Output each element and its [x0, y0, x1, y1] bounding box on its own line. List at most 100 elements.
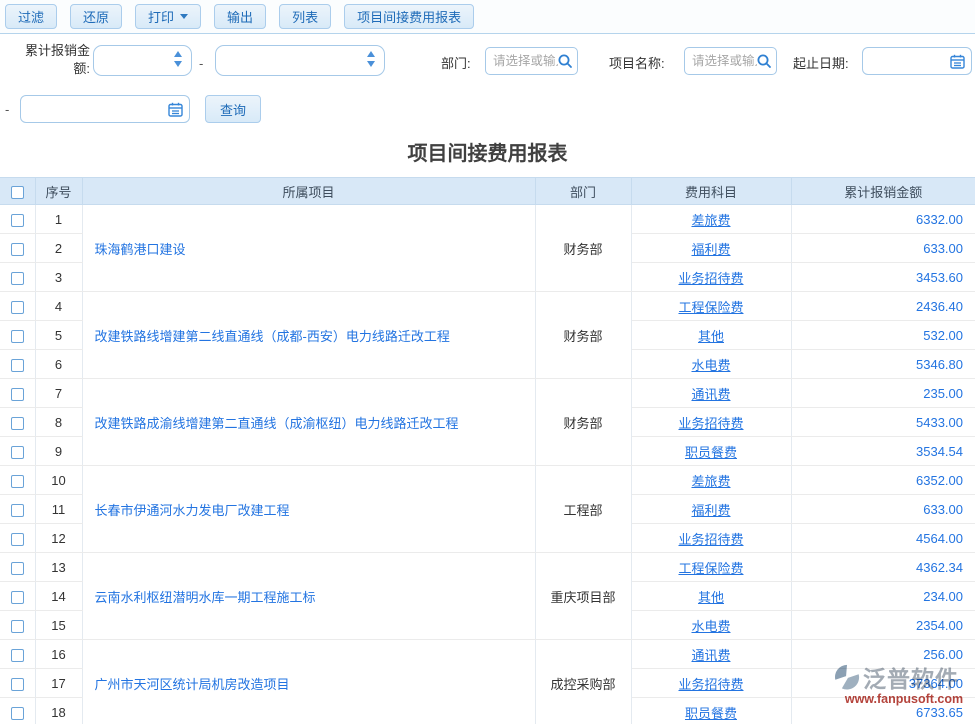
- amount-min-input[interactable]: [102, 46, 169, 75]
- project-link[interactable]: 珠海鹤港口建设: [82, 205, 535, 292]
- report-page: 过滤 还原 打印 输出 列表 项目间接费用报表 累计报销金额: - 部门: 项目…: [0, 0, 975, 724]
- row-number: 12: [35, 524, 82, 553]
- print-button[interactable]: 打印: [135, 4, 201, 29]
- row-checkbox[interactable]: [11, 475, 24, 488]
- row-checkbox[interactable]: [11, 562, 24, 575]
- date-range-dash: -: [5, 102, 9, 117]
- checkbox-cell: [0, 263, 35, 292]
- row-checkbox[interactable]: [11, 330, 24, 343]
- subject-link[interactable]: 业务招待费: [631, 408, 791, 437]
- date-range-label: 起止日期:: [793, 53, 849, 72]
- row-number: 14: [35, 582, 82, 611]
- spinner-arrows-icon[interactable]: [367, 51, 375, 67]
- report-tab-button[interactable]: 项目间接费用报表: [344, 4, 474, 29]
- row-number: 13: [35, 553, 82, 582]
- row-checkbox[interactable]: [11, 301, 24, 314]
- export-button[interactable]: 输出: [214, 4, 266, 29]
- subject-link[interactable]: 其他: [631, 321, 791, 350]
- table-header-row: 序号 所属项目 部门 费用科目 累计报销金额: [0, 178, 975, 205]
- project-link[interactable]: 改建铁路成渝线增建第二直通线（成渝枢纽）电力线路迁改工程: [82, 379, 535, 466]
- checkbox-cell: [0, 408, 35, 437]
- row-checkbox[interactable]: [11, 707, 24, 720]
- row-checkbox[interactable]: [11, 359, 24, 372]
- subject-link[interactable]: 工程保险费: [631, 553, 791, 582]
- project-search-field: [684, 47, 777, 75]
- search-icon[interactable]: [557, 53, 573, 69]
- row-checkbox[interactable]: [11, 649, 24, 662]
- row-checkbox[interactable]: [11, 243, 24, 256]
- checkbox-cell: [0, 611, 35, 640]
- subject-link[interactable]: 职员餐费: [631, 698, 791, 724]
- date-start-input[interactable]: [871, 48, 951, 74]
- row-checkbox[interactable]: [11, 591, 24, 604]
- row-checkbox[interactable]: [11, 504, 24, 517]
- row-checkbox[interactable]: [11, 620, 24, 633]
- row-checkbox[interactable]: [11, 214, 24, 227]
- project-link[interactable]: 改建铁路线增建第二线直通线（成都-西安）电力线路迁改工程: [82, 292, 535, 379]
- amount-cell: 3534.54: [791, 437, 975, 466]
- row-checkbox[interactable]: [11, 446, 24, 459]
- subject-link[interactable]: 水电费: [631, 611, 791, 640]
- row-checkbox[interactable]: [11, 533, 24, 546]
- amount-cell: 5346.80: [791, 350, 975, 379]
- col-header-amount: 累计报销金额: [791, 178, 975, 205]
- subject-link[interactable]: 业务招待费: [631, 263, 791, 292]
- table-row: 4 改建铁路线增建第二线直通线（成都-西安）电力线路迁改工程 财务部 工程保险费…: [0, 292, 975, 321]
- calendar-icon[interactable]: [168, 102, 183, 117]
- amount-max-input[interactable]: [224, 46, 362, 75]
- filter-button-label: 过滤: [18, 7, 44, 26]
- subject-link[interactable]: 业务招待费: [631, 669, 791, 698]
- project-filter-label: 项目名称:: [609, 53, 665, 72]
- department-cell: 成控采购部: [535, 640, 631, 724]
- amount-cell: 3453.60: [791, 263, 975, 292]
- subject-link[interactable]: 差旅费: [631, 205, 791, 234]
- table-row: 1 珠海鹤港口建设 财务部 差旅费 6332.00: [0, 205, 975, 234]
- checkbox-cell: [0, 640, 35, 669]
- department-search-input[interactable]: [493, 48, 558, 74]
- query-button[interactable]: 查询: [205, 95, 261, 123]
- subject-link[interactable]: 福利费: [631, 234, 791, 263]
- checkbox-cell: [0, 292, 35, 321]
- subject-link[interactable]: 福利费: [631, 495, 791, 524]
- row-checkbox[interactable]: [11, 678, 24, 691]
- table-row: 7 改建铁路成渝线增建第二直通线（成渝枢纽）电力线路迁改工程 财务部 通讯费 2…: [0, 379, 975, 408]
- checkbox-cell: [0, 466, 35, 495]
- restore-button[interactable]: 还原: [70, 4, 122, 29]
- list-button[interactable]: 列表: [279, 4, 331, 29]
- subject-link[interactable]: 水电费: [631, 350, 791, 379]
- date-start-field: [862, 47, 972, 75]
- amount-cell: 256.00: [791, 640, 975, 669]
- calendar-icon[interactable]: [950, 54, 965, 69]
- row-number: 9: [35, 437, 82, 466]
- date-end-input[interactable]: [29, 96, 169, 122]
- project-link[interactable]: 广州市天河区统计局机房改造项目: [82, 640, 535, 724]
- row-checkbox[interactable]: [11, 272, 24, 285]
- subject-link[interactable]: 其他: [631, 582, 791, 611]
- department-cell: 重庆项目部: [535, 553, 631, 640]
- subject-link[interactable]: 业务招待费: [631, 524, 791, 553]
- row-checkbox[interactable]: [11, 417, 24, 430]
- select-all-checkbox[interactable]: [11, 186, 24, 199]
- amount-cell: 37364.00: [791, 669, 975, 698]
- checkbox-cell: [0, 524, 35, 553]
- row-number: 8: [35, 408, 82, 437]
- amount-range-dash: -: [199, 56, 203, 71]
- subject-link[interactable]: 通讯费: [631, 379, 791, 408]
- project-search-input[interactable]: [692, 48, 757, 74]
- project-link[interactable]: 长春市伊通河水力发电厂改建工程: [82, 466, 535, 553]
- search-icon[interactable]: [756, 53, 772, 69]
- subject-link[interactable]: 工程保险费: [631, 292, 791, 321]
- col-header-department: 部门: [535, 178, 631, 205]
- row-number: 1: [35, 205, 82, 234]
- subject-link[interactable]: 差旅费: [631, 466, 791, 495]
- row-number: 10: [35, 466, 82, 495]
- amount-cell: 6352.00: [791, 466, 975, 495]
- filter-button[interactable]: 过滤: [5, 4, 57, 29]
- spinner-arrows-icon[interactable]: [174, 51, 182, 67]
- subject-link[interactable]: 通讯费: [631, 640, 791, 669]
- project-link[interactable]: 云南水利枢纽潜明水库一期工程施工标: [82, 553, 535, 640]
- department-cell: 财务部: [535, 205, 631, 292]
- row-checkbox[interactable]: [11, 388, 24, 401]
- checkbox-cell: [0, 205, 35, 234]
- subject-link[interactable]: 职员餐费: [631, 437, 791, 466]
